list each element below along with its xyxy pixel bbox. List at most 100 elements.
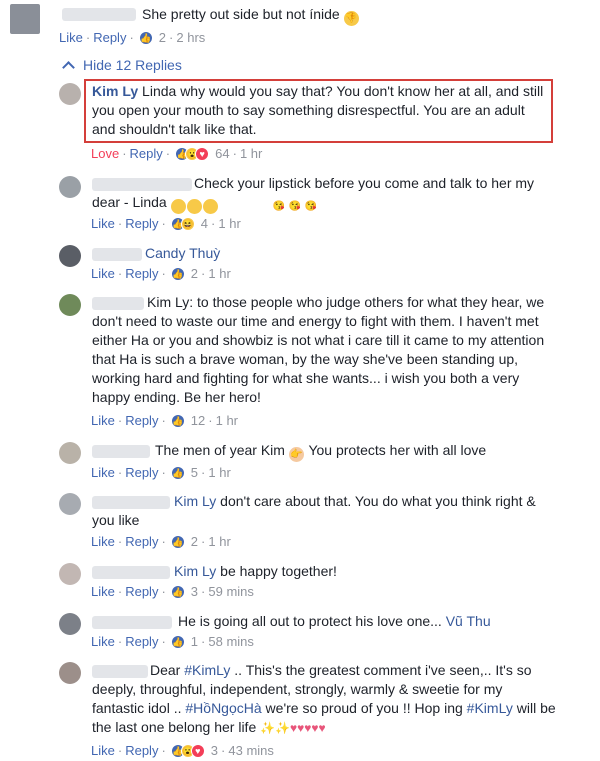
pointing-hand-emoji-icon: 👉 [288,447,304,462]
sparkles-emoji-icon: ✨✨ [260,721,291,735]
avatar[interactable] [59,176,81,198]
reactions-icon[interactable]: 👍 😮 ♥ [175,147,212,161]
tagged-user-link[interactable]: Candy Thuỳ [145,245,220,261]
reply-actions: Love · Reply · 👍 😮 ♥ 64 · 1 hr [91,146,263,162]
reaction-count[interactable]: 2 [159,30,166,46]
reaction-count[interactable]: 2 [191,534,198,550]
timestamp[interactable]: 2 hrs [176,30,205,46]
reply-text: Dear #KimLy .. This's the greatest comme… [92,662,556,735]
reply-actions: Like · Reply · 👍 2 · 1 hr [91,266,231,282]
like-link[interactable]: Like [91,216,115,232]
like-link[interactable]: Like [59,30,83,46]
reply-link[interactable]: Reply [125,534,158,550]
commenter-name-blurred[interactable] [92,616,172,629]
reaction-count[interactable]: 64 [215,146,229,162]
hashtag-link[interactable]: #HồNgọcHà [185,700,261,716]
kiss-emoji-icon: 😘 [202,199,317,214]
avatar[interactable] [59,493,81,515]
tagged-user-link[interactable]: Kim Ly [174,563,216,579]
reply-link[interactable]: Reply [125,634,158,650]
reply-link[interactable]: Reply [93,30,126,46]
reply-actions: Like · Reply · 👍 2 · 1 hr [91,534,231,550]
reply-text: Kim Ly don't care about that. You do wha… [92,493,536,528]
commenter-name-blurred[interactable] [92,248,142,261]
like-link[interactable]: Like [91,534,115,550]
reply-actions: Like · Reply · 👍 5 · 1 hr [91,465,231,481]
timestamp[interactable]: 1 hr [208,266,230,282]
avatar[interactable] [59,613,81,635]
reactions-icon[interactable]: 👍 [170,535,188,549]
reaction-count[interactable]: 3 [191,584,198,600]
reply-link[interactable]: Reply [125,266,158,282]
reply-text: Check your lipstick before you come and … [92,175,535,214]
reaction-count[interactable]: 4 [201,216,208,232]
chevron-up-icon [62,60,75,74]
reaction-count[interactable]: 1 [191,634,198,650]
avatar[interactable] [59,245,81,267]
reaction-count[interactable]: 3 [211,743,218,759]
reply-actions: Like · Reply · 👍 😆 4 · 1 hr [91,216,241,232]
commenter-name-blurred[interactable] [92,566,170,579]
comment-actions: Like · Reply · 👍 2 · 2 hrs [59,30,206,46]
reaction-count[interactable]: 2 [191,266,198,282]
like-link[interactable]: Like [91,743,115,759]
like-link[interactable]: Like [91,634,115,650]
kiss-emoji-icon: 😘 [186,199,301,214]
like-link[interactable]: Like [91,465,115,481]
avatar[interactable] [59,442,81,464]
reactions-icon[interactable]: 👍 [170,414,188,428]
reply-link[interactable]: Reply [125,465,158,481]
reactions-icon[interactable]: 👍 [170,585,188,599]
reactions-icon[interactable]: 👍 😆 [170,217,198,231]
reply-actions: Like · Reply · 👍 12 · 1 hr [91,413,239,429]
reply-link[interactable]: Reply [125,584,158,600]
hashtag-link[interactable]: #KimLy [184,662,230,678]
like-link[interactable]: Like [91,413,115,429]
hearts-emoji-icon: ♥♥♥♥♥ [290,721,326,735]
thumbs-down-emoji-icon: 👎 [343,11,359,26]
timestamp[interactable]: 1 hr [216,413,238,429]
avatar[interactable] [10,4,40,34]
comment-text: She pretty out side but not ínide 👎 [142,6,359,26]
reply-link[interactable]: Reply [125,743,158,759]
reply-text: The men of year Kim 👉 You protects her w… [155,442,487,462]
tagged-user-link[interactable]: Kim Ly [174,493,216,509]
timestamp[interactable]: 43 mins [228,743,274,759]
timestamp[interactable]: 1 hr [208,534,230,550]
timestamp[interactable]: 1 hr [218,216,240,232]
reply-text: Kim Ly Linda why would you say that? You… [92,83,544,137]
reactions-icon[interactable]: 👍 [138,31,156,45]
reply-actions: Like · Reply · 👍 1 · 58 mins [91,634,254,650]
commenter-name-blurred[interactable] [92,445,150,458]
timestamp[interactable]: 1 hr [208,465,230,481]
avatar[interactable] [59,294,81,316]
like-link[interactable]: Like [91,584,115,600]
reaction-count[interactable]: 5 [191,465,198,481]
avatar[interactable] [59,662,81,684]
reply-text: Kim Ly be happy together! [174,563,337,579]
reply-link[interactable]: Reply [125,216,158,232]
like-link[interactable]: Like [91,266,115,282]
avatar[interactable] [59,83,81,105]
hide-replies-link[interactable]: Hide 12 Replies [62,57,182,74]
reply-text: Kim Ly: to those people who judge others… [92,294,545,405]
commenter-name-blurred[interactable] [62,8,136,21]
timestamp[interactable]: 58 mins [208,634,254,650]
reactions-icon[interactable]: 👍 [170,635,188,649]
reaction-count[interactable]: 12 [191,413,205,429]
author-link[interactable]: Kim Ly [92,83,138,99]
hashtag-link[interactable]: #KimLy [467,700,513,716]
reply-text: Candy Thuỳ [145,244,220,263]
reactions-icon[interactable]: 👍 [170,466,188,480]
reply-actions: Like · Reply · 👍 😮 ♥ 3 · 43 mins [91,743,274,759]
timestamp[interactable]: 1 hr [240,146,262,162]
avatar[interactable] [59,563,81,585]
tagged-user-link[interactable]: Vũ Thu [446,613,491,629]
reactions-icon[interactable]: 👍 [170,267,188,281]
reply-link[interactable]: Reply [130,146,163,162]
reactions-icon[interactable]: 👍 😮 ♥ [170,744,208,758]
reply-link[interactable]: Reply [125,413,158,429]
love-link[interactable]: Love [91,146,119,162]
timestamp[interactable]: 59 mins [208,584,254,600]
kiss-emoji-icon: 😘 [170,199,285,214]
